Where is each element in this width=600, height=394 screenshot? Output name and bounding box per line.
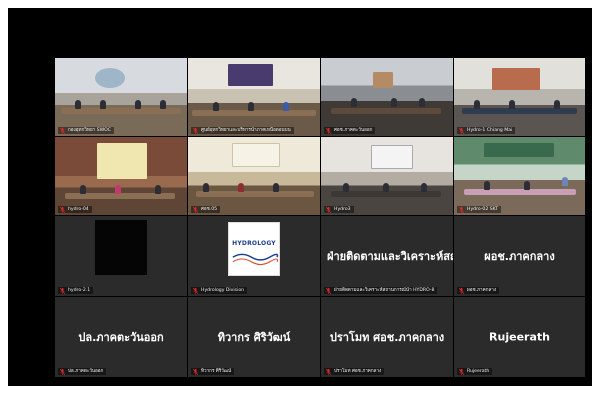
mic-muted-icon bbox=[60, 127, 65, 134]
mic-muted-icon bbox=[326, 368, 331, 375]
participant-label: Rujeerath bbox=[457, 368, 493, 375]
participant-label: ศอช.05 bbox=[191, 206, 221, 213]
mic-muted-icon bbox=[459, 206, 464, 213]
participant-display-name: ปราโมท ศอช.ภาคกลาง bbox=[329, 331, 445, 344]
participant-tile[interactable]: Hydro3 bbox=[321, 137, 453, 215]
participant-display-name: Rujeerath bbox=[489, 330, 550, 344]
participant-tile[interactable]: ศอช.ภาคตะวันออก bbox=[321, 58, 453, 136]
participant-name: ปราโมท ศอช.ภาคกลาง bbox=[334, 369, 382, 374]
participant-tile[interactable]: Rujeerath Rujeerath bbox=[454, 297, 585, 377]
mic-muted-icon bbox=[326, 287, 331, 294]
participant-name: กองอุทกวิทยา SWOC bbox=[68, 128, 111, 133]
mic-muted-icon bbox=[193, 287, 198, 294]
participant-name: Hydro3 bbox=[334, 207, 351, 212]
participant-name: ศูนย์อุทกวิทยาและบริหารน้ำภาคเหนือตอนบน bbox=[201, 128, 291, 133]
participant-name: Hydro-02 SKT bbox=[467, 207, 499, 212]
video-feed bbox=[454, 137, 585, 215]
participant-tile[interactable]: ปล.ภาคตะวันออก ปล.ภาคตะวันออก bbox=[55, 297, 187, 377]
video-feed bbox=[188, 58, 320, 136]
participant-tile[interactable]: ศูนย์อุทกวิทยาและบริหารน้ำภาคเหนือตอนบน bbox=[188, 58, 320, 136]
participant-tile[interactable]: ทิวากร ศิริวัฒน์ ทิวากร ศิริวัฒน์ bbox=[188, 297, 320, 377]
participant-label: Hydro-02 SKT bbox=[457, 206, 502, 213]
participant-label: ทิวากร ศิริวัฒน์ bbox=[191, 368, 235, 375]
participant-label: ศูนย์อุทกวิทยาและบริหารน้ำภาคเหนือตอนบน bbox=[191, 127, 294, 134]
participant-name: Hydro-1 Chiang Mai bbox=[467, 128, 513, 133]
participant-display-name: ทิวากร ศิริวัฒน์ bbox=[217, 331, 291, 344]
avatar bbox=[95, 220, 147, 275]
mic-muted-icon bbox=[193, 368, 198, 375]
participant-name: Rujeerath bbox=[467, 369, 490, 374]
participant-label: hydro-2.1 bbox=[58, 287, 94, 294]
participant-name: ศอช.ภาคตะวันออก bbox=[334, 128, 373, 133]
participant-tile[interactable]: ปราโมท ศอช.ภาคกลาง ปราโมท ศอช.ภาคกลาง bbox=[321, 297, 453, 377]
participant-name: hydro-2.1 bbox=[68, 288, 91, 293]
participant-name: hydro-04 bbox=[68, 207, 89, 212]
participant-name: ทิวากร ศิริวัฒน์ bbox=[201, 369, 232, 374]
participant-label: ปราโมท ศอช.ภาคกลาง bbox=[324, 368, 385, 375]
participant-tile[interactable]: ผอช.ภาคกลาง ผอช.ภาคกลาง bbox=[454, 216, 585, 296]
video-feed bbox=[321, 58, 453, 136]
participant-display-name: ปล.ภาคตะวันออก bbox=[78, 331, 164, 344]
mic-muted-icon bbox=[326, 127, 331, 134]
mic-muted-icon bbox=[60, 368, 65, 375]
hydrology-logo: HYDROLOGY bbox=[228, 222, 280, 276]
mic-muted-icon bbox=[459, 287, 464, 294]
participant-name: Hydrology Division bbox=[201, 288, 245, 293]
participant-tile[interactable]: ศอช.05 bbox=[188, 137, 320, 215]
participant-label: กองอุทกวิทยา SWOC bbox=[58, 127, 114, 134]
mic-muted-icon bbox=[60, 206, 65, 213]
video-feed bbox=[454, 58, 585, 136]
participant-label: Hydro-1 Chiang Mai bbox=[457, 127, 516, 134]
participant-label: hydro-04 bbox=[58, 206, 92, 213]
logo-text: HYDROLOGY bbox=[232, 240, 276, 247]
wave-icon bbox=[232, 253, 279, 266]
participant-tile[interactable]: Hydro-02 SKT bbox=[454, 137, 585, 215]
video-feed bbox=[321, 137, 453, 215]
participant-name: ฝ่ายติดตามและวิเคราะห์สถานการณ์น้ำ HYDRO… bbox=[334, 288, 435, 293]
participant-tile[interactable]: Hydro-1 Chiang Mai bbox=[454, 58, 585, 136]
meeting-window: กองอุทกวิทยา SWOC ศูนย์อุทกวิทยาและบริหา… bbox=[8, 8, 592, 386]
mic-muted-icon bbox=[326, 206, 331, 213]
participant-tile[interactable]: hydro-04 bbox=[55, 137, 187, 215]
video-grid: กองอุทกวิทยา SWOC ศูนย์อุทกวิทยาและบริหา… bbox=[55, 58, 585, 377]
participant-label: Hydrology Division bbox=[191, 287, 248, 294]
mic-muted-icon bbox=[60, 287, 65, 294]
video-feed bbox=[55, 137, 187, 215]
participant-tile[interactable]: hydro-2.1 bbox=[55, 216, 187, 296]
participant-label: Hydro3 bbox=[324, 206, 354, 213]
mic-muted-icon bbox=[193, 206, 198, 213]
participant-display-name: ฝ่ายติดตามและวิเคราะห์สถาน... bbox=[327, 250, 453, 263]
participant-display-name: ผอช.ภาคกลาง bbox=[484, 250, 555, 263]
mic-muted-icon bbox=[193, 127, 198, 134]
mic-muted-icon bbox=[459, 368, 464, 375]
participant-name: ปล.ภาคตะวันออก bbox=[68, 369, 104, 374]
participant-label: ปล.ภาคตะวันออก bbox=[58, 368, 107, 375]
video-feed bbox=[188, 137, 320, 215]
participant-tile[interactable]: HYDROLOGY Hydrology Division bbox=[188, 216, 320, 296]
participant-label: ฝ่ายติดตามและวิเคราะห์สถานการณ์น้ำ HYDRO… bbox=[324, 287, 438, 294]
participant-name: ผอช.ภาคกลาง bbox=[467, 288, 497, 293]
participant-label: ผอช.ภาคกลาง bbox=[457, 287, 500, 294]
participant-tile[interactable]: กองอุทกวิทยา SWOC bbox=[55, 58, 187, 136]
participant-name: ศอช.05 bbox=[201, 207, 218, 212]
video-feed bbox=[55, 58, 187, 136]
participant-label: ศอช.ภาคตะวันออก bbox=[324, 127, 376, 134]
mic-muted-icon bbox=[459, 127, 464, 134]
participant-tile[interactable]: ฝ่ายติดตามและวิเคราะห์สถาน... ฝ่ายติดตาม… bbox=[321, 216, 453, 296]
